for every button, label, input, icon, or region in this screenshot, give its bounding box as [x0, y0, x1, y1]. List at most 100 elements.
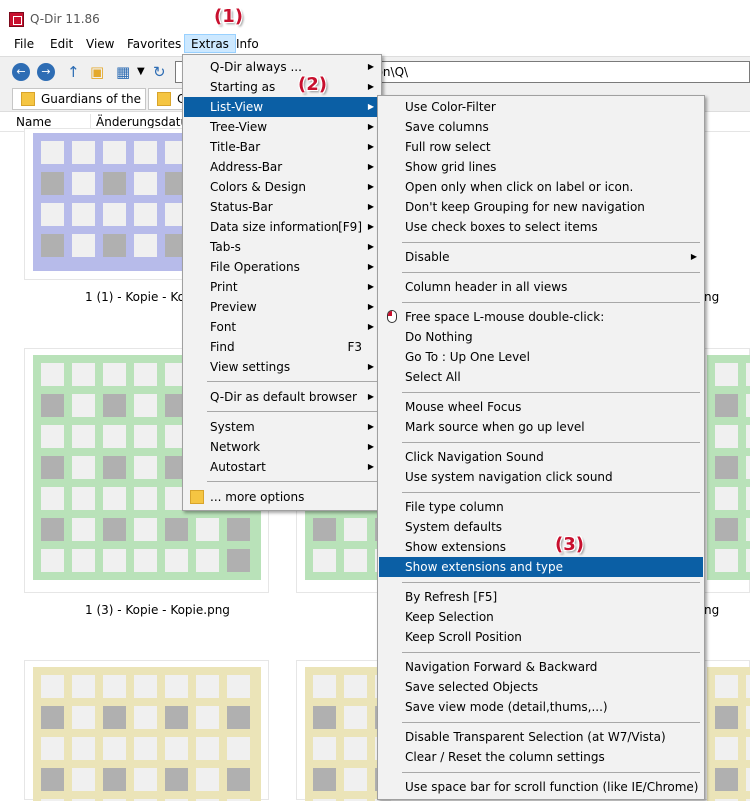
menu-item-keep-scroll-position[interactable]: Keep Scroll Position [379, 627, 703, 647]
menu-extras[interactable]: Extras [184, 34, 236, 53]
menu-item-label: Tab-s [210, 240, 241, 254]
grid-image [707, 667, 750, 801]
menu-edit[interactable]: Edit [44, 35, 79, 54]
menu-item-by-refresh-f5[interactable]: By Refresh [F5] [379, 587, 703, 607]
menu-item-system-defaults[interactable]: System defaults [379, 517, 703, 537]
menu-item-show-extensions[interactable]: Show extensions [379, 537, 703, 557]
menu-item-label: Data size information [210, 220, 339, 234]
file-caption[interactable]: 1 (3) - Kopie - Kopie.png [85, 603, 230, 617]
menu-item-use-system-navigation-click-sound[interactable]: Use system navigation click sound [379, 467, 703, 487]
menu-item-system[interactable]: System ▶ [184, 417, 380, 437]
file-caption[interactable]: ng [704, 603, 719, 617]
menu-item-column-header-in-all-views[interactable]: Column header in all views [379, 277, 703, 297]
grid-cell [103, 234, 126, 257]
submenu-arrow-icon: ▶ [367, 222, 374, 231]
menu-item-use-color-filter[interactable]: Use Color-Filter [379, 97, 703, 117]
menu-item-mark-source-when-go-up-level[interactable]: Mark source when go up level [379, 417, 703, 437]
back-icon[interactable]: ← [12, 63, 30, 81]
menu-item-network[interactable]: Network ▶ [184, 437, 380, 457]
menu-item-go-to-up-one-level[interactable]: Go To : Up One Level [379, 347, 703, 367]
menu-item-view-settings[interactable]: View settings ▶ [184, 357, 380, 377]
grid-cell [41, 172, 64, 195]
menu-item-status-bar[interactable]: Status-Bar ▶ [184, 197, 380, 217]
grid-cell [41, 363, 64, 386]
menu-file[interactable]: File [8, 35, 40, 54]
menu-item-navigation-forward-backward[interactable]: Navigation Forward & Backward [379, 657, 703, 677]
grid-cell [344, 706, 367, 729]
menu-item-address-bar[interactable]: Address-Bar ▶ [184, 157, 380, 177]
menu-item-full-row-select[interactable]: Full row select [379, 137, 703, 157]
menu-item-tab-s[interactable]: Tab-s ▶ [184, 237, 380, 257]
menu-item-keep-selection[interactable]: Keep Selection [379, 607, 703, 627]
grid-cell [134, 425, 157, 448]
menu-item-click-navigation-sound[interactable]: Click Navigation Sound [379, 447, 703, 467]
grid-cell [72, 141, 95, 164]
grid-cell [72, 768, 95, 791]
menu-item-file-type-column[interactable]: File type column [379, 497, 703, 517]
menu-favorites[interactable]: Favorites [121, 35, 187, 54]
menu-item-disable-transparent-selection-at-w7-vista[interactable]: Disable Transparent Selection (at W7/Vis… [379, 727, 703, 747]
menu-item-label: Do Nothing [405, 330, 473, 344]
menu-item-disable[interactable]: Disable ▶ [379, 247, 703, 267]
menu-item-autostart[interactable]: Autostart ▶ [184, 457, 380, 477]
menu-item-free-space-l-mouse-double-click[interactable]: Free space L-mouse double-click: [379, 307, 703, 327]
grid-cell [746, 706, 750, 729]
grid-cell [72, 363, 95, 386]
menu-item-find[interactable]: Find F3 [184, 337, 380, 357]
thumbnail[interactable] [24, 660, 269, 801]
submenu-arrow-icon: ▶ [367, 162, 374, 171]
menu-item-q-dir-as-default-browser[interactable]: Q-Dir as default browser ▶ [184, 387, 380, 407]
menu-separator [207, 481, 377, 482]
menu-item-q-dir-always[interactable]: Q-Dir always ... ▶ [184, 57, 380, 77]
menu-item-preview[interactable]: Preview ▶ [184, 297, 380, 317]
menu-item-label: ... more options [210, 490, 305, 504]
menu-item-use-check-boxes-to-select-items[interactable]: Use check boxes to select items [379, 217, 703, 237]
forward-icon[interactable]: → [37, 63, 55, 81]
grid-cell [72, 675, 95, 698]
menu-item-file-operations[interactable]: File Operations ▶ [184, 257, 380, 277]
up-folder-icon[interactable]: ↑ [67, 62, 80, 82]
grid-cell [72, 518, 95, 541]
submenu-arrow-icon: ▶ [367, 462, 374, 471]
menu-item-show-grid-lines[interactable]: Show grid lines [379, 157, 703, 177]
submenu-arrow-icon: ▶ [367, 322, 374, 331]
menu-item-data-size-information[interactable]: Data size information [F9] ▶ [184, 217, 380, 237]
menu-item-show-extensions-and-type[interactable]: Show extensions and type [379, 557, 703, 577]
menu-item-list-view[interactable]: List-View ▶ [184, 97, 380, 117]
menu-item-more-options[interactable]: ... more options [184, 487, 380, 507]
grid-image [33, 667, 261, 801]
grid-cell [72, 172, 95, 195]
menu-item-don-t-keep-grouping-for-new-navigation[interactable]: Don't keep Grouping for new navigation [379, 197, 703, 217]
chevron-down-icon[interactable]: ▼ [137, 62, 145, 82]
menu-item-save-columns[interactable]: Save columns [379, 117, 703, 137]
grid-cell [103, 549, 126, 572]
submenu-arrow-icon: ▶ [367, 282, 374, 291]
menu-item-title-bar[interactable]: Title-Bar ▶ [184, 137, 380, 157]
menu-item-use-space-bar-for-scroll-function-like-ie-chrome[interactable]: Use space bar for scroll function (like … [379, 777, 703, 797]
menu-item-open-only-when-click-on-label-or-icon[interactable]: Open only when click on label or icon. [379, 177, 703, 197]
view-mode-icon[interactable]: ▦ [116, 62, 130, 82]
thumbnail[interactable] [700, 660, 750, 801]
menu-item-save-view-mode-detail-thums[interactable]: Save view mode (detail,thums,...) [379, 697, 703, 717]
menu-view[interactable]: View [80, 35, 120, 54]
menu-item-tree-view[interactable]: Tree-View ▶ [184, 117, 380, 137]
menu-item-colors-design[interactable]: Colors & Design ▶ [184, 177, 380, 197]
file-caption[interactable]: ng [704, 290, 719, 304]
menu-item-mouse-wheel-focus[interactable]: Mouse wheel Focus [379, 397, 703, 417]
menu-item-starting-as[interactable]: Starting as ▶ [184, 77, 380, 97]
menu-item-font[interactable]: Font ▶ [184, 317, 380, 337]
menu-item-save-selected-objects[interactable]: Save selected Objects [379, 677, 703, 697]
menu-item-select-all[interactable]: Select All [379, 367, 703, 387]
menu-item-clear-reset-the-column-settings[interactable]: Clear / Reset the column settings [379, 747, 703, 767]
grid-cell [41, 549, 64, 572]
refresh-icon[interactable]: ↻ [153, 62, 166, 82]
menu-item-label: Address-Bar [210, 160, 283, 174]
menu-info[interactable]: Info [230, 35, 265, 54]
grid-cell [746, 768, 750, 791]
menu-item-print[interactable]: Print ▶ [184, 277, 380, 297]
tab-guardians[interactable]: Guardians of the ... [12, 88, 146, 110]
menu-item-do-nothing[interactable]: Do Nothing [379, 327, 703, 347]
menu-item-label: Print [210, 280, 238, 294]
thumbnail[interactable] [700, 348, 750, 593]
new-folder-icon[interactable]: ▣ [90, 62, 104, 82]
